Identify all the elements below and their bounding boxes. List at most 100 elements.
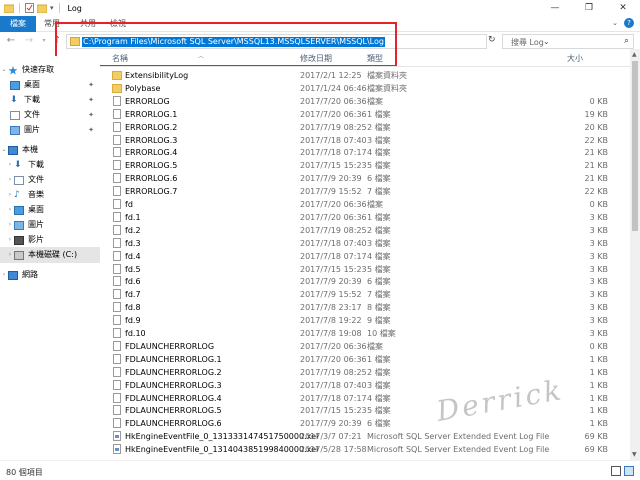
close-button[interactable]: ✕ [606, 0, 640, 16]
pin-icon[interactable]: ✦ [88, 77, 94, 93]
file-icon [113, 250, 121, 261]
chevron-right-icon[interactable]: › [6, 157, 14, 173]
column-header-type[interactable]: 類型 [367, 53, 383, 64]
file-name: fd.10 [125, 329, 146, 338]
help-icon[interactable]: ? [624, 18, 634, 28]
properties-icon[interactable] [25, 3, 34, 13]
chevron-right-icon[interactable]: › [6, 247, 14, 263]
nav-item-pictures-quick[interactable]: 圖片 ✦ [0, 122, 100, 138]
file-row[interactable]: Polybase 2017/1/24 06:46 檔案資料夾 [100, 82, 630, 95]
tab-file[interactable]: 檔案 [0, 16, 36, 32]
nav-label: 快速存取 [22, 65, 54, 74]
file-name: ERRORLOG.1 [125, 109, 178, 119]
search-icon[interactable]: ⌕ [624, 36, 629, 46]
file-type: 4 檔案 [367, 251, 391, 261]
chevron-right-icon[interactable]: › [0, 267, 8, 283]
chevron-right-icon[interactable]: › [6, 232, 14, 248]
file-icon [113, 315, 121, 326]
file-row[interactable]: fd.2 2017/7/19 08:25 2 檔案 3 KB [100, 224, 630, 237]
title-bar: ▾ Log — ❐ ✕ [0, 0, 640, 16]
file-name: fd.1 [125, 212, 141, 222]
nav-item-documents[interactable]: › 文件 [0, 172, 100, 188]
details-view-icon[interactable] [611, 466, 621, 476]
file-row[interactable]: ExtensibilityLog 2017/2/1 12:25 檔案資料夾 [100, 69, 630, 82]
nav-item-local-disk-c[interactable]: › 本機磁碟 (C:) [0, 247, 100, 263]
file-name: ERRORLOG.4 [125, 148, 178, 158]
file-row[interactable]: fd.8 2017/7/8 23:17 8 檔案 3 KB [100, 301, 630, 314]
file-row[interactable]: HkEngineEventFile_0_131333147451750000.x… [100, 430, 630, 443]
file-type: 4 檔案 [367, 148, 391, 158]
file-icon [113, 405, 121, 416]
file-name: HkEngineEventFile_0_131333147451750000.x… [125, 432, 319, 442]
scroll-up-icon[interactable]: ▲ [632, 51, 637, 58]
forward-arrow-icon[interactable]: → [22, 34, 36, 48]
file-row[interactable]: ERRORLOG.6 2017/7/9 20:39 6 檔案 21 KB [100, 172, 630, 185]
nav-quick-access[interactable]: ⌄ 快速存取 [0, 62, 100, 78]
nav-label: 本機 [22, 145, 38, 154]
minimize-button[interactable]: — [538, 0, 572, 16]
chevron-right-icon[interactable]: › [6, 202, 14, 218]
file-row[interactable]: ERRORLOG.2 2017/7/19 08:25 2 檔案 20 KB [100, 121, 630, 134]
file-row[interactable]: fd 2017/7/20 06:36 檔案 0 KB [100, 198, 630, 211]
file-row[interactable]: fd.10 2017/7/8 19:08 10 檔案 3 KB [100, 327, 630, 340]
music-icon: ♪ [14, 189, 20, 200]
pin-icon[interactable]: ✦ [88, 92, 94, 108]
nav-item-videos[interactable]: › 影片 [0, 232, 100, 248]
file-size: 22 KB [584, 187, 608, 197]
file-row[interactable]: FDLAUNCHERRORLOG 2017/7/20 06:36 檔案 0 KB [100, 340, 630, 353]
file-row[interactable]: fd.7 2017/7/9 15:52 7 檔案 3 KB [100, 288, 630, 301]
file-row[interactable]: FDLAUNCHERRORLOG.1 2017/7/20 06:36 1 檔案 1 K… [100, 353, 630, 366]
maximize-button[interactable]: ❐ [572, 0, 606, 16]
column-header-size[interactable]: 大小 [567, 53, 583, 64]
nav-this-pc[interactable]: ⌄ 本機 [0, 142, 100, 158]
nav-item-pictures[interactable]: › 圖片 [0, 217, 100, 233]
nav-item-desktop[interactable]: › 桌面 [0, 202, 100, 218]
pin-icon[interactable]: ✦ [88, 122, 94, 138]
file-row[interactable]: fd.6 2017/7/9 20:39 6 檔案 3 KB [100, 275, 630, 288]
scroll-down-icon[interactable]: ▼ [632, 451, 637, 458]
divider [19, 3, 20, 13]
recent-locations-icon[interactable]: ▾ [37, 34, 51, 48]
file-row[interactable]: ERRORLOG.4 2017/7/18 07:17 4 檔案 21 KB [100, 146, 630, 159]
customize-toolbar-icon[interactable]: ▾ [50, 4, 54, 12]
nav-label: 音樂 [28, 190, 44, 199]
large-icons-view-icon[interactable] [624, 466, 634, 476]
nav-item-music[interactable]: › ♪ 音樂 [0, 187, 100, 203]
expand-ribbon-icon[interactable]: ⌄ [612, 19, 618, 27]
refresh-icon[interactable]: ↻ [488, 35, 496, 45]
file-row[interactable]: ERRORLOG.7 2017/7/9 15:52 7 檔案 22 KB [100, 185, 630, 198]
file-row[interactable]: fd.4 2017/7/18 07:17 4 檔案 3 KB [100, 250, 630, 263]
search-input[interactable]: 搜尋 Log ⌕ [502, 34, 634, 49]
nav-item-downloads-quick[interactable]: ⬇ 下載 ✦ [0, 92, 100, 108]
file-row[interactable]: ERRORLOG.1 2017/7/20 06:36 1 檔案 19 KB [100, 108, 630, 121]
nav-item-desktop-quick[interactable]: 桌面 ✦ [0, 77, 100, 93]
new-folder-icon[interactable] [37, 4, 47, 13]
file-row[interactable]: fd.3 2017/7/18 07:40 3 檔案 3 KB [100, 237, 630, 250]
navigation-pane: ⌄ 快速存取 桌面 ✦ ⬇ 下載 ✦ 文件 ✦ 圖片 ✦ ⌄ 本機 › ⬇ 下載… [0, 56, 100, 460]
file-size: 3 KB [589, 251, 608, 261]
pin-icon[interactable]: ✦ [88, 107, 94, 123]
column-header-name[interactable]: 名稱 [112, 53, 128, 64]
scrollbar-thumb[interactable] [632, 61, 638, 231]
file-row[interactable]: ERRORLOG.3 2017/7/18 07:40 3 檔案 22 KB [100, 134, 630, 147]
chevron-down-icon[interactable]: ⌄ [0, 62, 8, 78]
chevron-down-icon[interactable]: ⌄ [0, 142, 8, 158]
file-size: 19 KB [584, 109, 608, 119]
nav-network[interactable]: › 網路 [0, 267, 100, 283]
nav-item-downloads[interactable]: › ⬇ 下載 [0, 157, 100, 173]
nav-item-documents-quick[interactable]: 文件 ✦ [0, 107, 100, 123]
file-row[interactable]: fd.5 2017/7/15 15:23 5 檔案 3 KB [100, 263, 630, 276]
file-row[interactable]: ERRORLOG.5 2017/7/15 15:23 5 檔案 21 KB [100, 159, 630, 172]
chevron-right-icon[interactable]: › [6, 217, 14, 233]
back-arrow-icon[interactable]: ← [4, 34, 18, 48]
chevron-right-icon[interactable]: › [6, 172, 14, 188]
file-row[interactable]: FDLAUNCHERRORLOG.6 2017/7/9 20:39 6 檔案 1 KB [100, 417, 630, 430]
vertical-scrollbar[interactable]: ▲ ▼ [630, 49, 640, 460]
column-header-date[interactable]: 修改日期 [300, 53, 332, 64]
file-type: 1 檔案 [367, 354, 391, 364]
file-row[interactable]: fd.9 2017/7/8 19:22 9 檔案 3 KB [100, 314, 630, 327]
file-row[interactable]: ERRORLOG 2017/7/20 06:36 檔案 0 KB [100, 95, 630, 108]
file-row[interactable]: fd.1 2017/7/20 06:36 1 檔案 3 KB [100, 211, 630, 224]
file-row[interactable]: HkEngineEventFile_0_131404385199840000.x… [100, 443, 630, 456]
chevron-right-icon[interactable]: › [6, 187, 14, 203]
